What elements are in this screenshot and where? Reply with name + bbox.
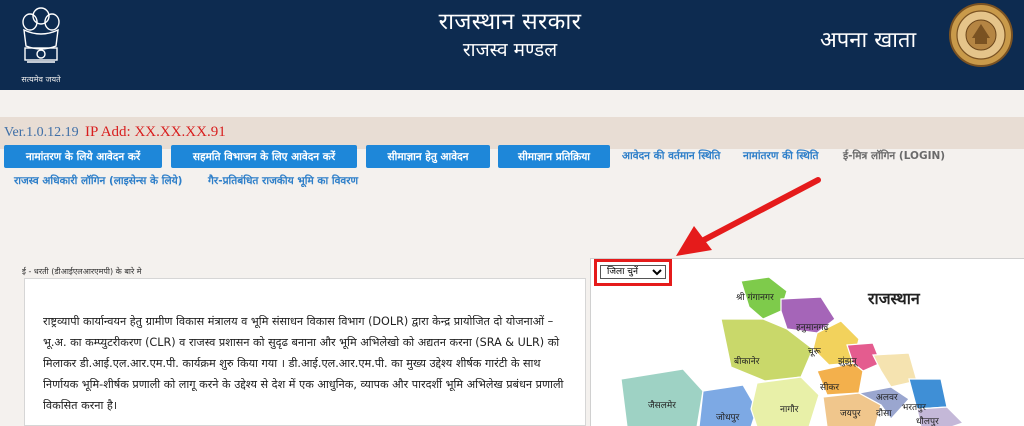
department-subtitle: राजस्व मण्डल — [462, 39, 558, 61]
demarcation-response-button[interactable]: सीमाज्ञान प्रतिक्रिया — [498, 145, 610, 168]
app-name: अपना खाता — [820, 28, 917, 53]
application-status-link[interactable]: आवेदन की वर्तमान स्थिति — [622, 149, 720, 163]
map-label-bharatpur: भरतपुर — [902, 403, 926, 413]
map-label-hanumangarh: हनुमानगढ़ — [796, 323, 829, 333]
mutation-apply-button[interactable]: नामांतरण के लिये आवेदन करें — [4, 145, 162, 168]
map-label-dausa: दौसा — [876, 409, 892, 419]
demarcation-apply-button[interactable]: सीमाज्ञान हेतु आवेदन — [366, 145, 490, 168]
consent-partition-apply-button[interactable]: सहमति विभाजन के लिए आवेदन करें — [171, 145, 357, 168]
map-label-jodhpur: जोधपुर — [716, 413, 740, 423]
mutation-status-link[interactable]: नामांतरण की स्थिति — [743, 149, 819, 163]
about-panel-label: ई - धरती (डीआईएलआरएमपी) के बारे मे — [22, 267, 142, 276]
emblem-caption: सत्यमेव जयते — [21, 75, 61, 84]
non-restricted-land-link[interactable]: गैर-प्रतिबंधित राजकीय भूमि का विवरण — [208, 174, 358, 188]
revenue-officer-login-link[interactable]: राजस्व अधिकारी लॉगिन (लाइसेन्स के लिये) — [14, 174, 182, 188]
map-label-jaisalmer: जैसलमेर — [648, 401, 676, 411]
header: सत्यमेव जयते राजस्थान सरकार राजस्व मण्डल… — [0, 0, 1024, 90]
map-label-shri-ganganagar: श्री गंगानगर — [736, 293, 774, 303]
about-text: राष्ट्रव्यापी कार्यान्वयन हेतु ग्रामीण व… — [43, 315, 564, 412]
map-label-nagaur: नागौर — [780, 405, 799, 415]
map-label-dholpur: धौलपुर — [916, 417, 939, 426]
highlight-box — [594, 259, 672, 286]
map-label-sikar: सीकर — [820, 383, 840, 393]
map-label-jhunjhunu: झुंझुनू — [838, 357, 857, 367]
emitra-login-link[interactable]: ई-मित्र लॉगिन (LOGIN) — [843, 149, 945, 163]
map-label-bikaner: बीकानेर — [734, 357, 760, 367]
version-text: Ver.1.0.12.19 — [4, 125, 79, 140]
national-emblem-icon: सत्यमेव जयते — [10, 2, 72, 86]
ip-address: IP Add: XX.XX.XX.91 — [85, 124, 226, 140]
government-title: राजस्थान सरकार — [438, 9, 582, 35]
map-title: राजस्थान — [868, 289, 920, 308]
map-label-churu: चूरू — [808, 347, 821, 357]
map-label-jaipur: जयपुर — [840, 409, 861, 419]
about-panel: राष्ट्रव्यापी कार्यान्वयन हेतु ग्रामीण व… — [24, 278, 586, 426]
map-label-alwar: अलवर — [876, 393, 898, 403]
board-seal-icon — [948, 2, 1014, 68]
